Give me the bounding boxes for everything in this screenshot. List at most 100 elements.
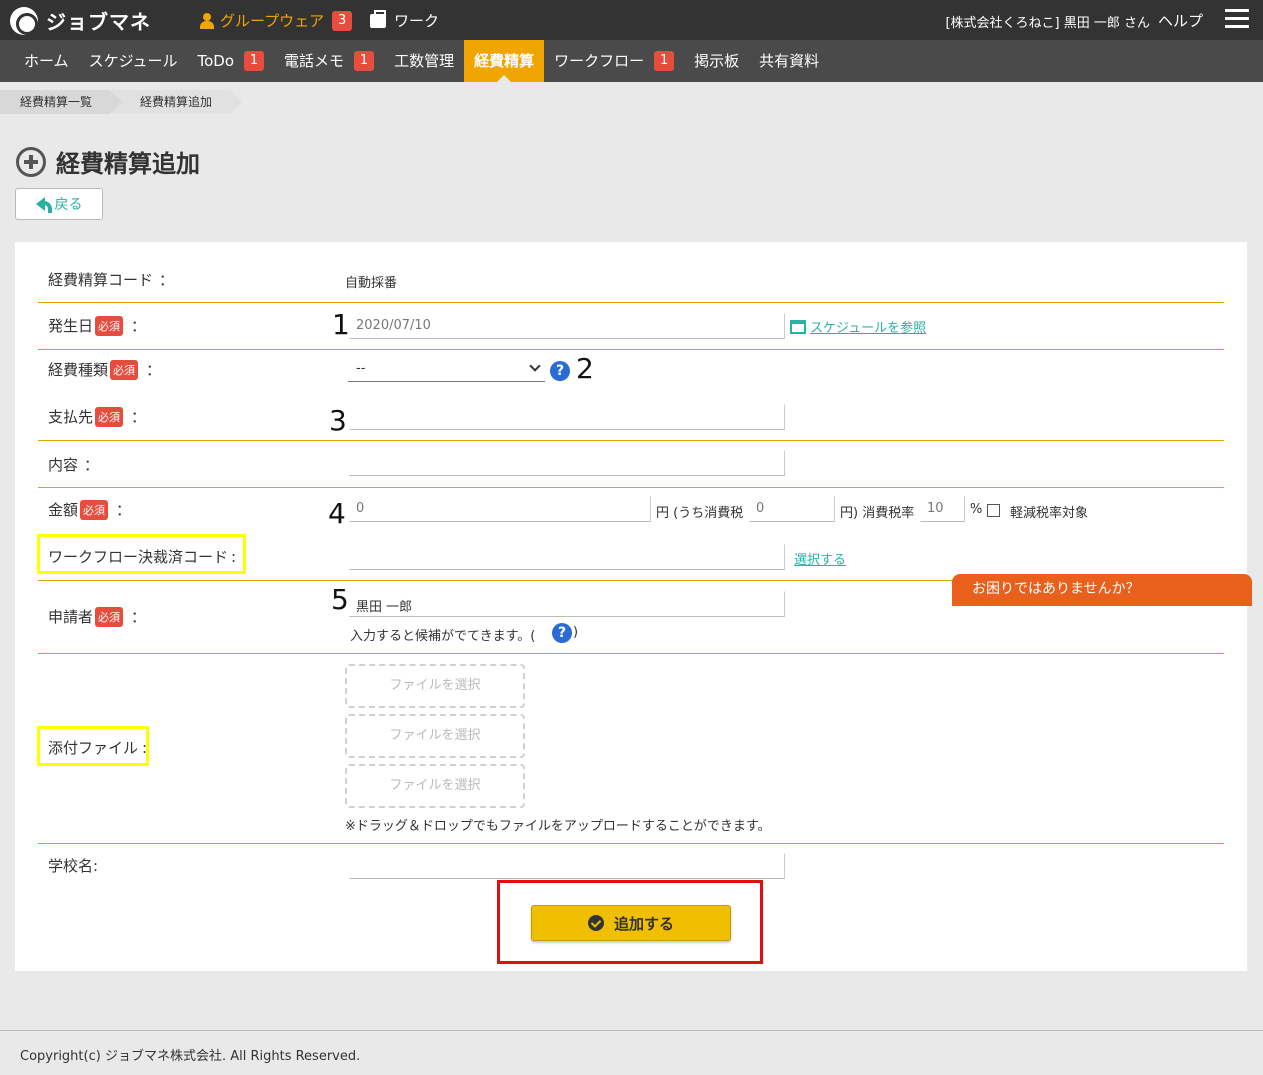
content-input[interactable] bbox=[349, 450, 785, 476]
page-title: 経費精算追加 bbox=[16, 144, 200, 179]
tax-rate-label: 円) 消費税率 bbox=[840, 506, 915, 521]
amount-label-wrap: 金額 必須 ： bbox=[48, 499, 131, 520]
payee-input[interactable] bbox=[349, 404, 785, 430]
code-label-wrap: 経費精算コード ： bbox=[48, 269, 174, 290]
menu-item-todo[interactable]: ToDo 1 bbox=[188, 40, 275, 82]
help-question-icon[interactable]: ? bbox=[550, 361, 570, 381]
type-label: 経費種類 bbox=[48, 361, 109, 379]
menu-item-expense[interactable]: 経費精算 bbox=[464, 40, 545, 82]
menu-item-home[interactable]: ホーム bbox=[14, 40, 79, 82]
breadcrumb: 経費精算一覧 経費精算追加 bbox=[0, 90, 243, 114]
add-submit-button[interactable]: 追加する bbox=[531, 905, 731, 941]
menu-label: 電話メモ bbox=[284, 52, 345, 70]
back-button[interactable]: 戻る bbox=[15, 188, 103, 220]
copyright: Copyright(c) ジョブマネ株式会社. All Rights Reser… bbox=[20, 1049, 361, 1064]
menu-label: 経費精算 bbox=[474, 52, 535, 70]
menu-label: ホーム bbox=[24, 52, 69, 70]
colon: ： bbox=[146, 361, 162, 379]
workflow-code-input[interactable] bbox=[349, 544, 785, 570]
tax-input[interactable]: 0 bbox=[749, 496, 835, 522]
file-select-1[interactable]: ファイルを選択 bbox=[345, 664, 525, 708]
workflow-label-wrap: ワークフロー決裁済コード: bbox=[48, 546, 236, 567]
phone-memo-badge: 1 bbox=[354, 51, 375, 71]
applicant-input[interactable]: 黒田 一郎 bbox=[349, 591, 785, 617]
menu-label: スケジュール bbox=[88, 52, 178, 70]
required-badge: 必須 bbox=[110, 359, 139, 380]
check-circle-icon bbox=[587, 915, 604, 931]
chevron-down-icon bbox=[529, 360, 541, 372]
user-area: [株式会社くろねこ] 黒田 一郎 さん ヘルプ bbox=[945, 12, 1203, 31]
date-label: 発生日 bbox=[48, 317, 94, 335]
menu-item-man-hours[interactable]: 工数管理 bbox=[384, 40, 464, 82]
yen-tax-label: 円 (うち消費税 bbox=[656, 506, 744, 521]
date-label-wrap: 発生日 必須 ： bbox=[48, 315, 146, 336]
work-nav[interactable]: ワーク bbox=[370, 9, 439, 31]
file-select-3[interactable]: ファイルを選択 bbox=[345, 764, 525, 808]
help-link[interactable]: ヘルプ bbox=[1158, 10, 1203, 31]
amount-input[interactable]: 0 bbox=[349, 496, 651, 522]
school-input[interactable] bbox=[349, 853, 785, 879]
groupware-label: グループウェア bbox=[220, 12, 325, 30]
drag-drop-note: ※ドラッグ＆ドロップでもファイルをアップロードすることができます。 bbox=[345, 819, 771, 834]
back-arrow-icon bbox=[35, 197, 52, 213]
annotation-3: 3 bbox=[329, 404, 347, 437]
percent-label: % bbox=[970, 502, 983, 517]
expense-type-select[interactable]: -- bbox=[348, 358, 545, 382]
colon: ： bbox=[116, 501, 132, 519]
applicant-label-wrap: 申請者 必須 ： bbox=[48, 606, 146, 627]
date-input[interactable]: 2020/07/10 bbox=[349, 313, 785, 339]
attach-label: 添付ファイル bbox=[48, 739, 139, 757]
schedule-link-label: スケジュールを参照 bbox=[810, 321, 927, 336]
breadcrumb-expense-list[interactable]: 経費精算一覧 bbox=[0, 90, 123, 114]
menu-label: 工数管理 bbox=[394, 52, 455, 70]
divider bbox=[38, 349, 1224, 350]
menu-item-schedule[interactable]: スケジュール bbox=[79, 40, 188, 82]
payee-label-wrap: 支払先 必須 ： bbox=[48, 406, 146, 427]
school-label-wrap: 学校名: bbox=[48, 855, 98, 876]
app-logo[interactable]: ジョブマネ bbox=[10, 6, 151, 35]
briefcase-icon bbox=[370, 9, 386, 28]
select-workflow-link[interactable]: 選択する bbox=[794, 549, 846, 568]
submit-label: 追加する bbox=[613, 914, 674, 933]
type-label-wrap: 経費種類 必須 ： bbox=[48, 359, 161, 380]
schedule-link[interactable]: スケジュールを参照 bbox=[790, 317, 926, 336]
menu-item-phone-memo[interactable]: 電話メモ 1 bbox=[274, 40, 384, 82]
groupware-badge: 3 bbox=[332, 10, 353, 31]
required-badge: 必須 bbox=[95, 606, 124, 627]
menu-label: 掲示板 bbox=[694, 52, 740, 70]
reduced-tax-checkbox[interactable] bbox=[987, 504, 1000, 517]
top-bar: ジョブマネ グループウェア 3 ワーク [株式会社くろねこ] 黒田 一郎 さん … bbox=[0, 0, 1263, 40]
annotation-2: 2 bbox=[576, 352, 594, 385]
code-label: 経費精算コード bbox=[48, 271, 154, 289]
content-label-wrap: 内容 ： bbox=[48, 454, 99, 475]
tax-rate-input[interactable]: 10 bbox=[920, 496, 965, 522]
required-badge: 必須 bbox=[95, 406, 124, 427]
menu-label: ワークフロー bbox=[554, 52, 645, 70]
annotation-5: 5 bbox=[331, 583, 349, 616]
menu-item-shared-docs[interactable]: 共有資料 bbox=[749, 40, 829, 82]
app-name: ジョブマネ bbox=[46, 10, 151, 34]
hamburger-menu-icon[interactable] bbox=[1225, 9, 1249, 29]
user-name[interactable]: [株式会社くろねこ] 黒田 一郎 さん bbox=[945, 12, 1150, 31]
applicant-hint-text: 入力すると候補がでてきます。( bbox=[350, 629, 536, 644]
menu-item-workflow[interactable]: ワークフロー 1 bbox=[544, 40, 684, 82]
groupware-nav[interactable]: グループウェア 3 bbox=[200, 10, 353, 31]
help-chat-tab[interactable]: お困りではありませんか？ bbox=[952, 574, 1252, 606]
file-select-2[interactable]: ファイルを選択 bbox=[345, 714, 525, 758]
person-icon bbox=[200, 12, 214, 29]
applicant-help-icon[interactable]: ? bbox=[552, 623, 572, 643]
annotation-1: 1 bbox=[332, 308, 350, 341]
applicant-label: 申請者 bbox=[48, 608, 94, 626]
page-title-text: 経費精算追加 bbox=[56, 150, 200, 178]
back-label: 戻る bbox=[54, 197, 83, 213]
expense-form: 経費精算コード ： 自動採番 発生日 必須 ： 1 2020/07/10 スケジュール… bbox=[15, 242, 1247, 971]
menu-item-bulletin[interactable]: 掲示板 bbox=[684, 40, 749, 82]
colon: ： bbox=[131, 608, 147, 626]
divider bbox=[38, 302, 1224, 303]
type-value: -- bbox=[356, 361, 366, 376]
divider bbox=[38, 440, 1224, 441]
amount-label: 金額 bbox=[48, 501, 79, 519]
applicant-hint: 入力すると候補がでてきます。( bbox=[350, 625, 535, 644]
colon: ： bbox=[131, 317, 147, 335]
plus-circle-icon bbox=[16, 146, 46, 177]
